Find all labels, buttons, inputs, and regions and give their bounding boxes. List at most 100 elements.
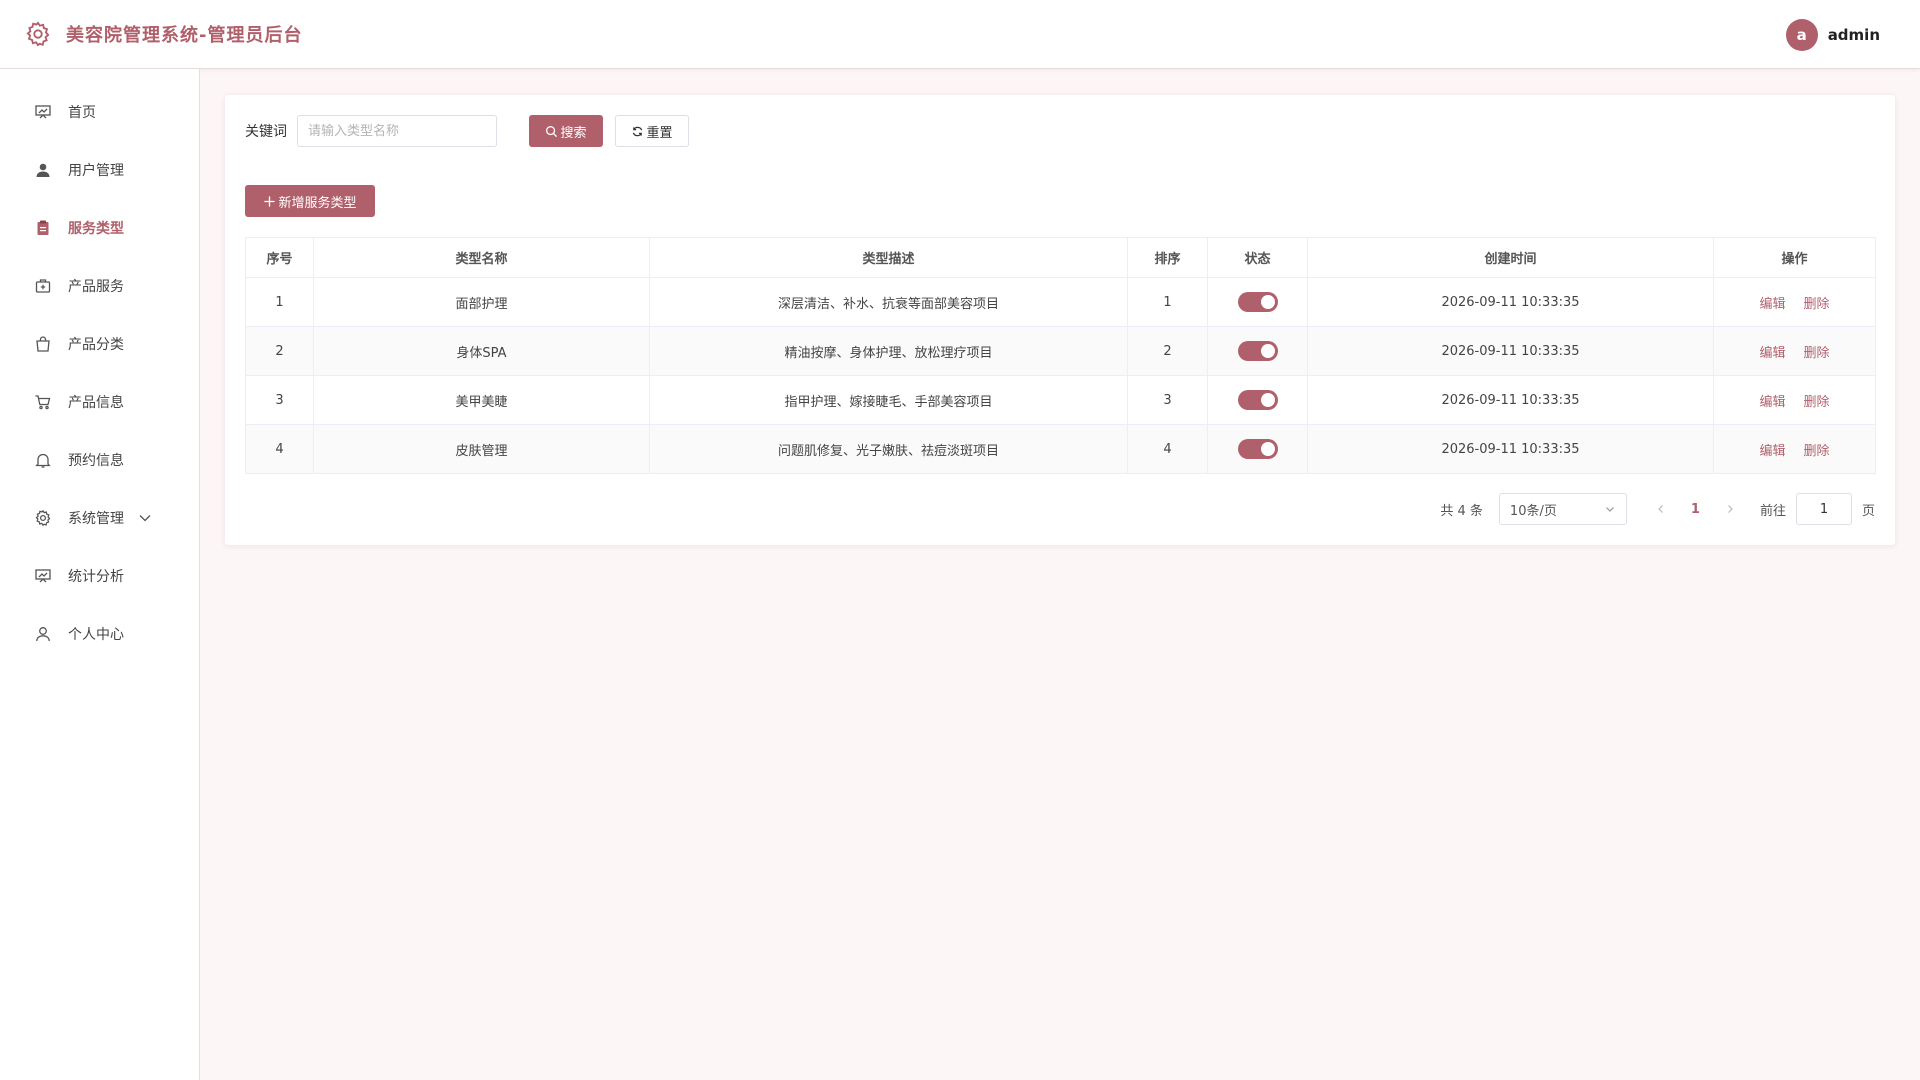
service-type-table: 序号 类型名称 类型描述 排序 状态 创建时间 操作 1 面部护理 深层清洁、补…	[245, 237, 1876, 474]
cell-sort: 3	[1127, 375, 1208, 425]
gear-icon	[34, 509, 52, 527]
cell-status	[1207, 326, 1308, 376]
brand: 美容院管理系统-管理员后台	[24, 20, 302, 48]
user-menu[interactable]: a admin	[1785, 0, 1880, 69]
edit-link[interactable]: 编辑	[1759, 444, 1785, 459]
page-size-value: 10条/页	[1509, 503, 1557, 519]
table-row: 4 皮肤管理 问题肌修复、光子嫩肤、祛痘淡斑项目 4 2026-09-11 10…	[245, 424, 1876, 474]
chevron-down-icon	[1604, 503, 1616, 515]
delete-link[interactable]: 删除	[1804, 444, 1830, 459]
reset-button[interactable]: 重置	[615, 115, 689, 147]
dashboard-icon	[34, 103, 52, 121]
edit-link[interactable]: 编辑	[1759, 395, 1785, 410]
sidebar-item-profile[interactable]: 个人中心	[0, 605, 199, 663]
delete-link[interactable]: 删除	[1804, 297, 1830, 312]
search-label: 关键词	[245, 124, 287, 140]
refresh-icon	[631, 125, 644, 138]
search-button[interactable]: 搜索	[529, 115, 603, 147]
status-toggle[interactable]	[1237, 439, 1278, 459]
avatar[interactable]: a	[1785, 18, 1818, 51]
status-toggle[interactable]	[1237, 292, 1278, 312]
cell-actions: 编辑 删除	[1713, 277, 1876, 327]
sidebar-item-label: 统计分析	[68, 569, 124, 585]
medkit-icon	[34, 277, 52, 295]
content-card: 关键词 搜索 重置 新增服务类型 序号 类型名称	[225, 95, 1895, 545]
sidebar-item-label: 产品服务	[68, 279, 124, 295]
edit-link[interactable]: 编辑	[1759, 346, 1785, 361]
column-header: 排序	[1127, 237, 1208, 278]
cart-icon	[34, 393, 52, 411]
sidebar-item-product-info[interactable]: 产品信息	[0, 373, 199, 431]
cell-created-time: 2026-09-11 10:33:35	[1307, 277, 1714, 327]
table-row: 1 面部护理 深层清洁、补水、抗衰等面部美容项目 1 2026-09-11 10…	[245, 277, 1876, 327]
delete-link[interactable]: 删除	[1804, 395, 1830, 410]
cell-name: 皮肤管理	[313, 424, 650, 474]
cell-created-time: 2026-09-11 10:33:35	[1307, 375, 1714, 425]
cell-index: 2	[245, 326, 314, 376]
chevron-right-icon[interactable]	[1724, 503, 1736, 515]
search-input[interactable]	[297, 115, 497, 147]
chevron-left-icon[interactable]	[1655, 503, 1667, 515]
cell-name: 身体SPA	[313, 326, 650, 376]
search-icon	[545, 125, 558, 138]
sidebar-item-label: 个人中心	[68, 627, 124, 643]
sidebar-item-label: 产品信息	[68, 395, 124, 411]
cell-index: 3	[245, 375, 314, 425]
username[interactable]: admin	[1828, 26, 1880, 44]
cell-index: 1	[245, 277, 314, 327]
cell-actions: 编辑 删除	[1713, 326, 1876, 376]
app-title: 美容院管理系统-管理员后台	[66, 25, 303, 46]
cell-description: 指甲护理、嫁接睫毛、手部美容项目	[649, 375, 1128, 425]
delete-link[interactable]: 删除	[1804, 346, 1830, 361]
sidebar-item-users[interactable]: 用户管理	[0, 141, 199, 199]
cell-status	[1207, 277, 1308, 327]
column-header: 类型描述	[649, 237, 1128, 278]
sidebar-item-label: 用户管理	[68, 163, 124, 179]
table-header-row: 序号 类型名称 类型描述 排序 状态 创建时间 操作	[245, 237, 1876, 278]
cell-created-time: 2026-09-11 10:33:35	[1307, 326, 1714, 376]
add-service-type-button[interactable]: 新增服务类型	[245, 185, 375, 217]
status-toggle[interactable]	[1237, 341, 1278, 361]
cell-sort: 1	[1127, 277, 1208, 327]
goto-page-input[interactable]	[1795, 493, 1852, 525]
search-bar: 关键词 搜索 重置	[245, 115, 689, 147]
cell-name: 面部护理	[313, 277, 650, 327]
sidebar-item-label: 首页	[68, 105, 96, 121]
user-icon	[34, 161, 52, 179]
sidebar-item-system-management[interactable]: 系统管理	[0, 489, 199, 547]
gear-icon	[24, 20, 52, 48]
sidebar-item-home[interactable]: 首页	[0, 83, 199, 141]
clipboard-icon	[34, 219, 52, 237]
sidebar-item-label: 系统管理	[68, 511, 124, 527]
reset-button-label: 重置	[646, 125, 673, 141]
cell-description: 深层清洁、补水、抗衰等面部美容项目	[649, 277, 1128, 327]
person-icon	[34, 625, 52, 643]
status-toggle[interactable]	[1237, 390, 1278, 410]
sidebar-item-statistics[interactable]: 统计分析	[0, 547, 199, 605]
sidebar-item-label: 预约信息	[68, 453, 124, 469]
chevron-down-icon[interactable]	[138, 511, 152, 525]
cell-status	[1207, 375, 1308, 425]
cell-sort: 4	[1127, 424, 1208, 474]
sidebar-item-product-services[interactable]: 产品服务	[0, 257, 199, 315]
cell-name: 美甲美睫	[313, 375, 650, 425]
page-number-current[interactable]: 1	[1691, 502, 1700, 517]
plus-icon	[263, 195, 276, 208]
sidebar-item-product-categories[interactable]: 产品分类	[0, 315, 199, 373]
column-header: 创建时间	[1307, 237, 1714, 278]
column-header: 状态	[1207, 237, 1308, 278]
sidebar-item-appointments[interactable]: 预约信息	[0, 431, 199, 489]
pagination: 共 4 条 10条/页 1 前往 页	[1440, 493, 1875, 525]
page-size-select[interactable]: 10条/页	[1498, 493, 1627, 525]
sidebar-item-service-types[interactable]: 服务类型	[0, 199, 199, 257]
cell-sort: 2	[1127, 326, 1208, 376]
edit-link[interactable]: 编辑	[1759, 297, 1785, 312]
column-header: 操作	[1713, 237, 1876, 278]
search-button-label: 搜索	[560, 125, 587, 141]
cell-actions: 编辑 删除	[1713, 375, 1876, 425]
column-header: 类型名称	[313, 237, 650, 278]
cell-index: 4	[245, 424, 314, 474]
cell-actions: 编辑 删除	[1713, 424, 1876, 474]
chart-board-icon	[34, 567, 52, 585]
cell-description: 问题肌修复、光子嫩肤、祛痘淡斑项目	[649, 424, 1128, 474]
